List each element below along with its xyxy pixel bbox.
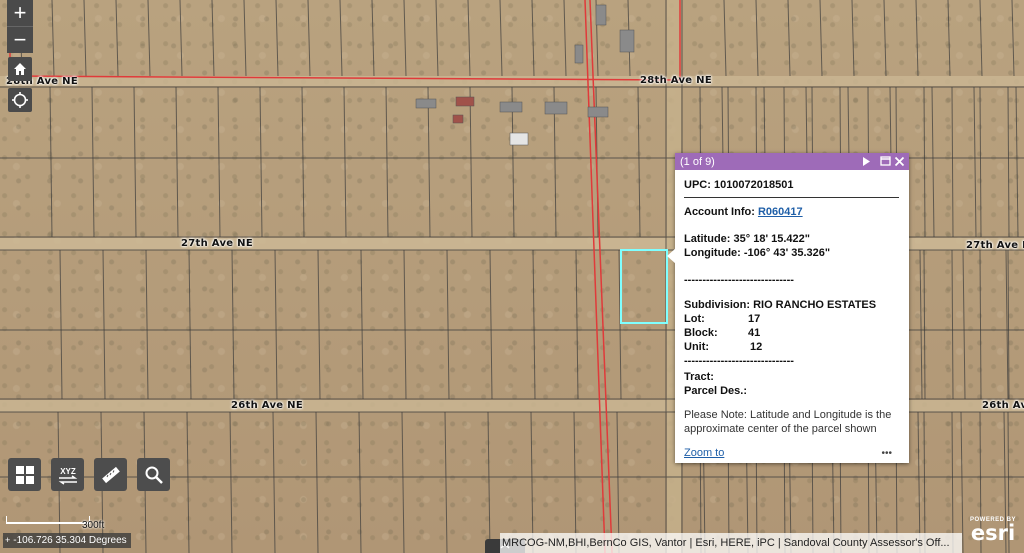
popup-header: (1 of 9) bbox=[675, 153, 909, 170]
parcel-des-label: Parcel Des.: bbox=[684, 385, 747, 397]
block-label: Block: bbox=[684, 327, 718, 339]
zoom-out-button[interactable]: − bbox=[7, 26, 33, 53]
upc-label: UPC: bbox=[684, 179, 711, 191]
scale-label: 300ft bbox=[82, 520, 105, 531]
more-actions-button[interactable]: ••• bbox=[881, 448, 892, 459]
logo-big-text: esri bbox=[970, 521, 1016, 545]
upc-row: UPC: 1010072018501 bbox=[684, 178, 903, 192]
scale-bar bbox=[6, 516, 90, 524]
unit-label: Unit: bbox=[684, 341, 710, 353]
zoom-in-icon: + bbox=[13, 0, 27, 25]
longitude-row: Longitude: -106° 43' 35.326" bbox=[684, 246, 903, 260]
measure-button[interactable] bbox=[94, 458, 127, 491]
latitude-value: 35° 18' 15.422" bbox=[733, 233, 810, 245]
attribution-bar[interactable]: MRCOG-NM,BHI,BernCo GIS, Vantor | Esri, … bbox=[500, 533, 962, 553]
popup-record-counter: (1 of 9) bbox=[680, 155, 715, 168]
zoom-out-icon: − bbox=[13, 27, 27, 52]
basemap-gallery-icon bbox=[15, 465, 34, 484]
account-link[interactable]: R060417 bbox=[758, 206, 803, 218]
upc-value: 1010072018501 bbox=[713, 179, 794, 191]
note-text: Please Note: Latitude and Longitude is t… bbox=[684, 409, 892, 435]
esri-logo: POWERED BY esri bbox=[964, 517, 1022, 551]
maximize-button[interactable] bbox=[880, 156, 891, 167]
road-label-27th: 27th Ave NE bbox=[181, 238, 253, 249]
subdivision-label: Subdivision: bbox=[684, 299, 750, 311]
popup-footer: Zoom to ••• bbox=[675, 443, 909, 463]
close-popup-button[interactable] bbox=[894, 156, 905, 167]
home-button[interactable] bbox=[8, 57, 32, 81]
lot-label: Lot: bbox=[684, 313, 705, 325]
xyz-label: XYZ bbox=[60, 467, 76, 476]
road-label-26th: 26th Ave NE bbox=[231, 400, 303, 411]
maximize-icon bbox=[880, 156, 891, 166]
subdivision-row: Subdivision: RIO RANCHO ESTATES bbox=[684, 298, 903, 312]
separator: ------------------------------ bbox=[684, 274, 794, 286]
separator: ------------------------------ bbox=[684, 355, 794, 367]
latitude-row: Latitude: 35° 18' 15.422" bbox=[684, 232, 903, 246]
lot-value: 17 bbox=[748, 313, 761, 325]
popup-pointer bbox=[667, 248, 676, 264]
popup-content[interactable]: UPC: 1010072018501 Account Info: R060417… bbox=[675, 170, 909, 443]
longitude-value: -106° 43' 35.326" bbox=[743, 247, 831, 259]
search-button[interactable] bbox=[137, 458, 170, 491]
tract-label: Tract: bbox=[684, 371, 714, 383]
next-record-button[interactable] bbox=[861, 156, 871, 167]
locate-icon bbox=[12, 92, 28, 108]
unit-value: 12 bbox=[750, 341, 763, 353]
attribution-text: MRCOG-NM,BHI,BernCo GIS, Vantor | Esri, … bbox=[502, 537, 950, 549]
coordinate-readout: + -106.726 35.304 Degrees bbox=[3, 533, 131, 548]
block-value: 41 bbox=[748, 327, 761, 339]
zoom-in-button[interactable]: + bbox=[7, 0, 33, 26]
play-next-icon bbox=[863, 157, 870, 166]
divider bbox=[684, 197, 899, 198]
search-icon bbox=[145, 466, 163, 484]
zoom-to-link[interactable]: Zoom to bbox=[684, 447, 724, 459]
account-row: Account Info: R060417 bbox=[684, 205, 903, 219]
unit-row: Unit: 12 bbox=[684, 340, 903, 354]
parcel-popup: (1 of 9) UPC: 1010072018501 Account Info… bbox=[675, 153, 909, 463]
xyz-coordinate-button[interactable]: XYZ bbox=[51, 458, 84, 491]
road-label-26th-right: 26th Ave NE bbox=[982, 400, 1024, 411]
road-label-27th-right: 27th Ave NE bbox=[966, 240, 1024, 251]
locate-button[interactable] bbox=[8, 88, 32, 112]
longitude-label: Longitude: bbox=[684, 247, 741, 259]
crosshair-icon: + bbox=[5, 535, 11, 545]
latitude-label: Latitude: bbox=[684, 233, 731, 245]
block-row: Block: 41 bbox=[684, 326, 903, 340]
selected-parcel-outline bbox=[620, 249, 668, 324]
home-icon bbox=[14, 63, 26, 75]
account-label: Account Info: bbox=[684, 206, 755, 218]
basemap-gallery-button[interactable] bbox=[8, 458, 41, 491]
xyz-coordinate-icon: XYZ bbox=[58, 467, 77, 485]
coordinate-text: -106.726 35.304 Degrees bbox=[13, 535, 127, 546]
measure-ruler-icon bbox=[101, 466, 120, 483]
road-label-28th: 28th Ave NE bbox=[640, 75, 712, 86]
subdivision-value: RIO RANCHO ESTATES bbox=[753, 299, 877, 311]
lot-row: Lot: 17 bbox=[684, 312, 903, 326]
close-icon bbox=[894, 156, 905, 167]
